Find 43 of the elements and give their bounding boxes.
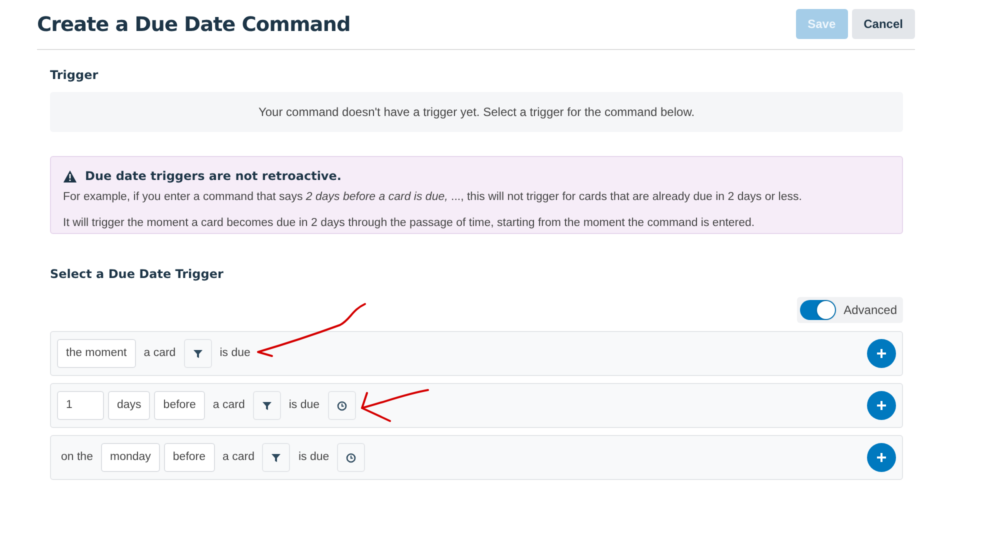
dropdown-field[interactable]: before	[164, 443, 215, 472]
dropdown-field[interactable]: before	[154, 391, 205, 420]
clock-button[interactable]	[337, 443, 366, 472]
add-button[interactable]	[867, 443, 896, 472]
filter-button[interactable]	[262, 443, 290, 472]
empty-message: Your command doesn't have a trigger yet. Select a trigger for the command below.	[258, 104, 695, 121]
plus-icon	[877, 349, 886, 358]
cancel-button[interactable]: Cancel	[852, 8, 915, 38]
warning-icon	[63, 170, 77, 182]
filter-button[interactable]	[184, 339, 212, 368]
add-button[interactable]	[867, 391, 896, 420]
section-heading: Select a Due Date Trigger	[50, 266, 224, 283]
filter-button[interactable]	[252, 391, 281, 420]
row-text: on the	[61, 450, 93, 465]
row-text: is due	[220, 346, 250, 361]
row-text: a card	[212, 398, 245, 413]
dropdown-field[interactable]: days	[108, 391, 150, 420]
row-text: a card	[222, 450, 254, 465]
add-button[interactable]	[867, 339, 896, 368]
row-text: a card	[144, 346, 176, 361]
plus-icon	[877, 401, 886, 410]
page-title: Create a Due Date Command	[37, 12, 350, 36]
warning-title: Due date triggers are not retroactive.	[85, 168, 342, 185]
filter-icon	[262, 400, 272, 410]
number-field[interactable]: 1	[57, 391, 104, 420]
plus-icon	[877, 453, 886, 462]
warning-text: For example, if you enter a command that says 2 days before a card is due, ..., this will not trigger for cards that are already due in 2 days or less.	[63, 190, 803, 205]
filter-icon	[271, 452, 282, 462]
warning-text: It will trigger the moment a card becomes due in 2 days through the passage of time, starting from the moment the command is entered.	[63, 216, 756, 232]
row-text: is due	[288, 398, 320, 413]
trigger-row[interactable]: on the monday before a card is due	[50, 435, 903, 480]
section-heading: Trigger	[50, 67, 100, 84]
filter-icon	[192, 348, 203, 358]
clock-icon	[346, 452, 356, 462]
dropdown-field[interactable]: the moment	[57, 339, 136, 368]
row-text: is due	[298, 450, 330, 465]
dropdown-field[interactable]: monday	[100, 443, 160, 472]
advanced-toggle[interactable]: Advanced	[796, 297, 903, 323]
annotation-arrow	[361, 389, 429, 422]
trigger-row[interactable]: 1 days before a card is due	[50, 383, 903, 428]
trigger-row[interactable]: the moment a card is due	[50, 331, 903, 376]
clock-icon	[336, 400, 347, 410]
clock-button[interactable]	[328, 391, 356, 420]
